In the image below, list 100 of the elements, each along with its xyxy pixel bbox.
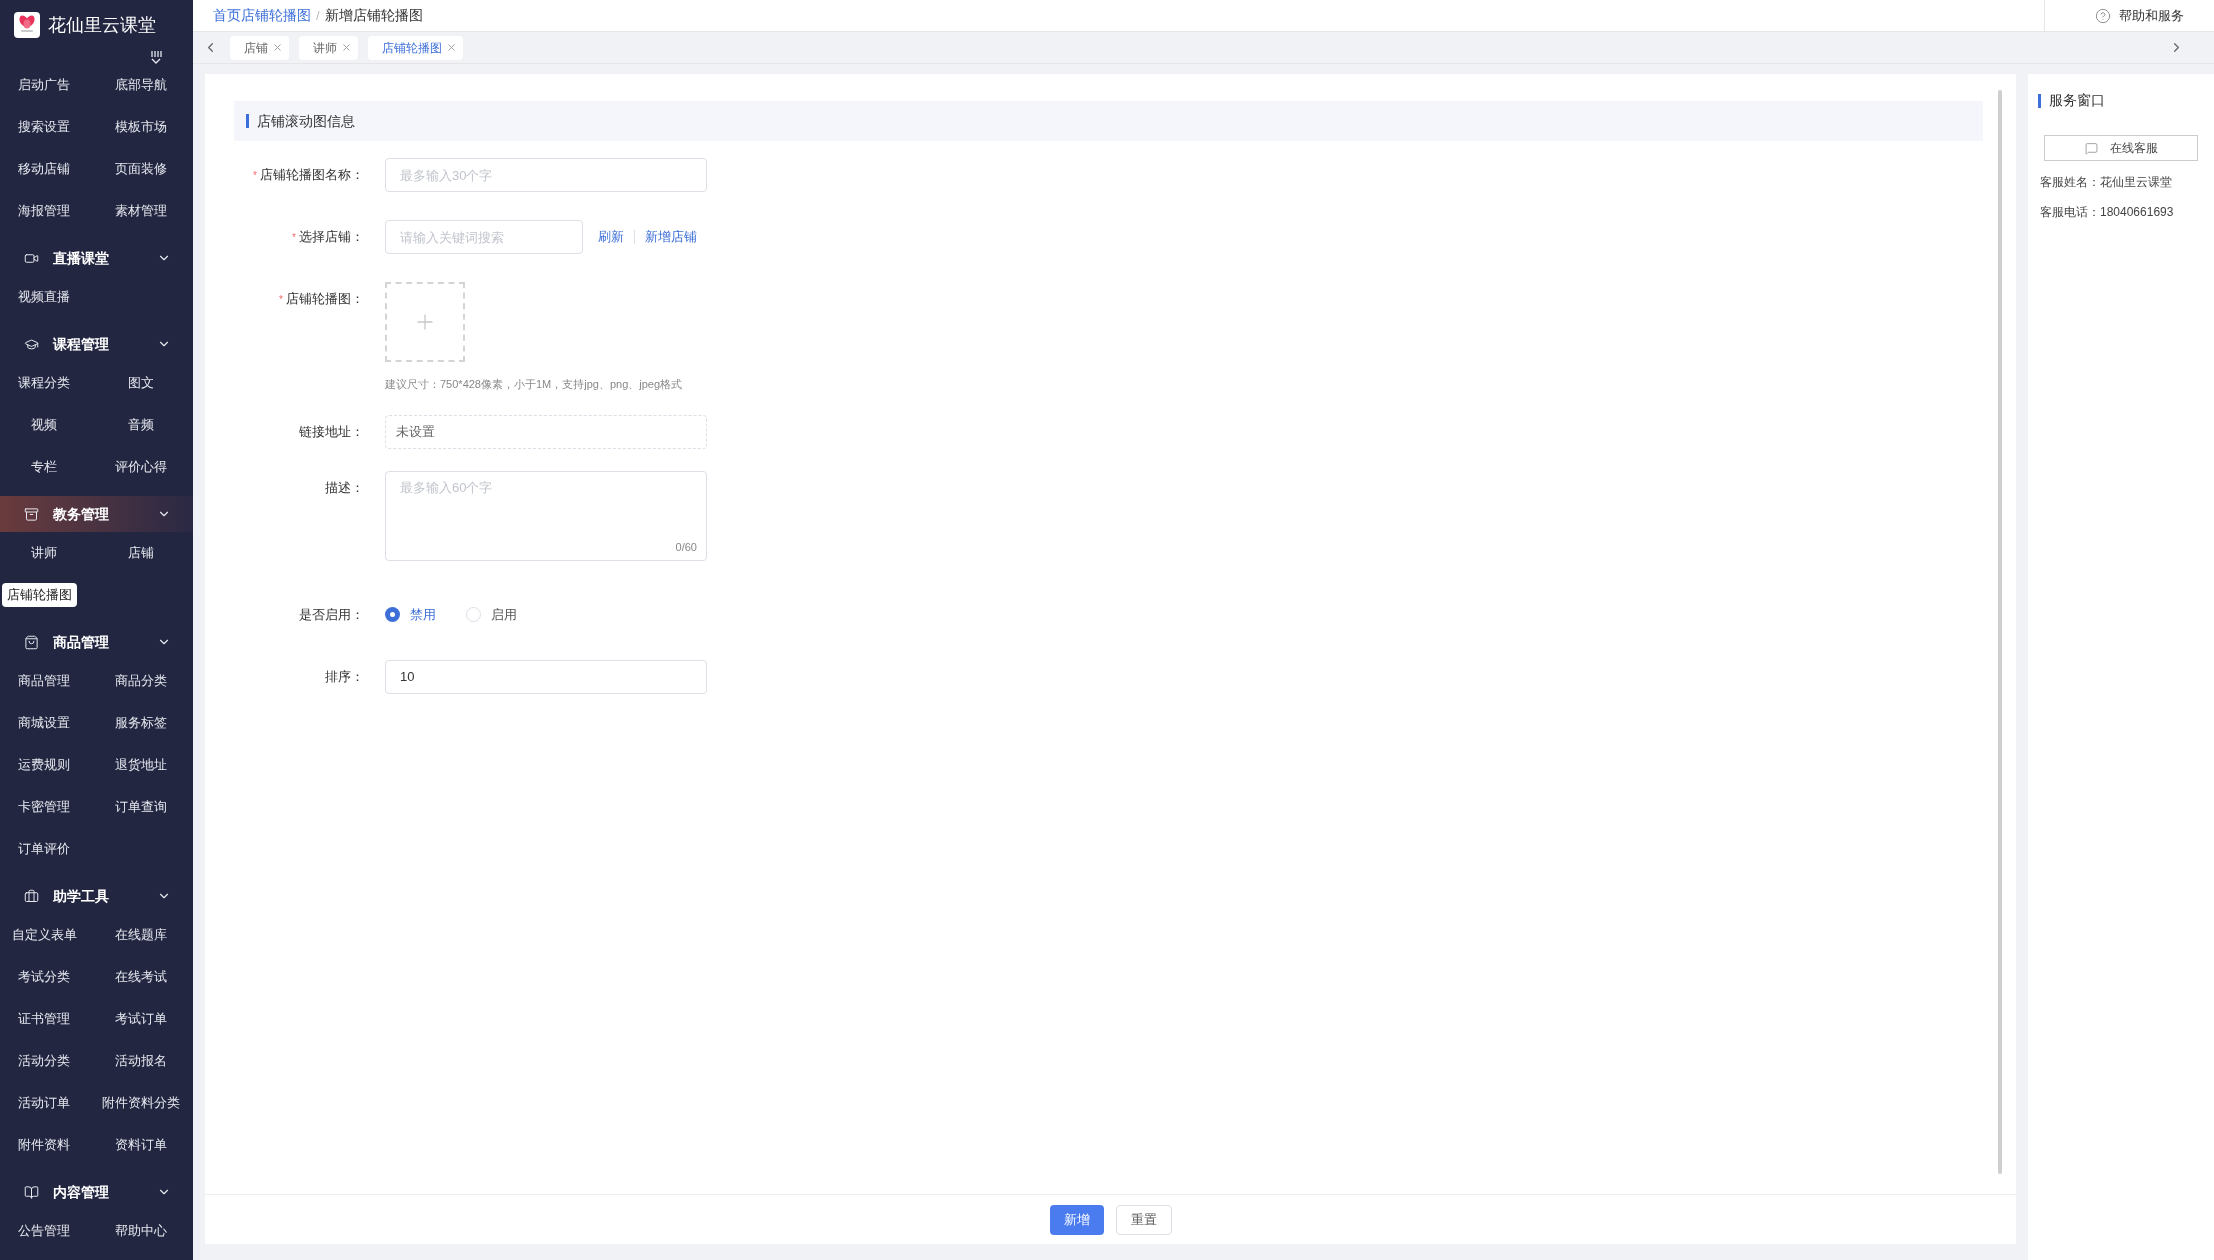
- sidebar-group-header[interactable]: 内容管理: [0, 1174, 193, 1210]
- sidebar-item[interactable]: 素材管理: [114, 201, 167, 221]
- search-field[interactable]: 请输入关键词搜索: [385, 220, 583, 254]
- chat-icon: [2084, 141, 2098, 155]
- brand-name: 花仙里云课堂: [48, 13, 156, 37]
- close-icon[interactable]: [341, 42, 352, 53]
- sidebar-item[interactable]: 帮助中心: [114, 1221, 167, 1241]
- close-icon[interactable]: [446, 42, 457, 53]
- sidebar-item[interactable]: 证书管理: [18, 1009, 70, 1029]
- sidebar-item[interactable]: 商品管理: [18, 671, 70, 691]
- sidebar-group-header[interactable]: 课程管理: [0, 326, 193, 362]
- breadcrumb-separator: /: [316, 6, 320, 25]
- radio-option[interactable]: 禁用: [385, 604, 436, 625]
- field-label: 店铺轮播图：: [286, 290, 364, 309]
- group-title: 内容管理: [53, 1182, 110, 1202]
- link-field[interactable]: 未设置: [385, 414, 707, 449]
- sidebar-item[interactable]: 资料订单: [114, 1135, 167, 1155]
- sidebar-group-header[interactable]: 教务管理: [0, 496, 193, 532]
- sidebar-item[interactable]: 附件资料分类: [101, 1093, 180, 1113]
- book-icon: [24, 1184, 39, 1200]
- sidebar-item[interactable]: 视频: [31, 415, 57, 435]
- field-label: 排序：: [325, 667, 364, 686]
- sidebar-item[interactable]: 在线题库: [114, 925, 167, 945]
- sidebar-item[interactable]: 公告管理: [18, 1221, 70, 1241]
- sidebar-item[interactable]: 订单查询: [114, 797, 167, 817]
- sidebar-group-header[interactable]: 商品管理: [0, 624, 193, 660]
- required-mark: *: [292, 230, 296, 245]
- sidebar-item[interactable]: 活动报名: [114, 1051, 167, 1071]
- text-link[interactable]: 刷新: [598, 227, 624, 247]
- upload-box[interactable]: [385, 282, 465, 362]
- sidebar-item[interactable]: 视频直播: [18, 287, 70, 307]
- sidebar-item[interactable]: 活动分类: [18, 1051, 70, 1071]
- reset-button[interactable]: 重置: [1115, 1204, 1172, 1235]
- scrollbar[interactable]: [1998, 90, 2002, 1174]
- page-tab[interactable]: 店铺: [230, 35, 289, 60]
- sidebar-item[interactable]: 活动订单: [18, 1093, 70, 1113]
- field-label: 选择店铺：: [299, 228, 364, 247]
- online-service-button[interactable]: 在线客服: [2044, 135, 2198, 161]
- panel-title: 服务窗口: [2049, 91, 2105, 110]
- text-link[interactable]: 新增店铺: [645, 227, 697, 247]
- sidebar-item[interactable]: 服务标签: [114, 713, 167, 733]
- help-icon[interactable]: [2095, 7, 2111, 24]
- graduation-cap-icon: [24, 336, 39, 352]
- text-field[interactable]: 10: [385, 659, 707, 694]
- sidebar-item[interactable]: 自定义表单: [11, 925, 77, 945]
- field-label: 是否启用：: [299, 605, 364, 624]
- sidebar-item[interactable]: 商城设置: [18, 713, 70, 733]
- field-label: 店铺轮播图名称：: [260, 166, 364, 185]
- page-tab[interactable]: 讲师: [299, 35, 358, 60]
- sidebar-item[interactable]: 在线考试: [114, 967, 167, 987]
- briefcase-icon: [24, 888, 39, 904]
- text-field[interactable]: 最多输入30个字: [385, 158, 707, 192]
- sidebar-item[interactable]: 音频: [127, 415, 154, 435]
- required-mark: *: [253, 168, 257, 183]
- field-label: 链接地址：: [299, 422, 364, 441]
- sidebar-item[interactable]: 退货地址: [114, 755, 167, 775]
- field-label: 描述：: [325, 478, 364, 497]
- sidebar-item[interactable]: 页面装修: [114, 159, 167, 179]
- sidebar-item[interactable]: 考试分类: [18, 967, 70, 987]
- sidebar-item[interactable]: 评价心得: [114, 457, 167, 477]
- upload-hint: 建议尺寸：750*428像素，小于1M，支持jpg、png、jpeg格式: [385, 377, 683, 392]
- service-info: 客服姓名：花仙里云课堂: [2040, 174, 2173, 191]
- logo-icon: [14, 12, 40, 38]
- sidebar-item[interactable]: 订单评价: [18, 839, 70, 859]
- sidebar-item[interactable]: 图文: [127, 373, 154, 393]
- sidebar-item[interactable]: 专栏: [31, 457, 57, 477]
- page-tab[interactable]: 店铺轮播图: [368, 35, 463, 60]
- sidebar-item[interactable]: 海报管理: [18, 201, 70, 221]
- submit-button[interactable]: 新增: [1049, 1204, 1104, 1235]
- collapse-icon[interactable]: [149, 50, 163, 64]
- group-title: 课程管理: [53, 334, 110, 354]
- archive-box-icon: [24, 506, 39, 522]
- breadcrumb-current: 新增店铺轮播图: [324, 6, 423, 25]
- sidebar-item[interactable]: 店铺轮播图: [1, 583, 77, 607]
- sidebar-item[interactable]: 搜索设置: [18, 117, 70, 137]
- group-title: 教务管理: [53, 504, 110, 524]
- group-title: 直播课堂: [53, 248, 110, 268]
- sidebar-group-header[interactable]: 助学工具: [0, 878, 193, 914]
- sidebar-item[interactable]: 启动广告: [18, 75, 70, 95]
- sidebar-item[interactable]: 底部导航: [114, 75, 167, 95]
- sidebar-item[interactable]: 附件资料: [18, 1135, 70, 1155]
- sidebar-item[interactable]: 商品分类: [114, 671, 167, 691]
- group-title: 助学工具: [53, 886, 110, 906]
- sidebar-item[interactable]: 店铺: [127, 543, 154, 563]
- char-counter: 0/60: [675, 540, 697, 555]
- close-icon[interactable]: [272, 42, 283, 53]
- section-title: 店铺滚动图信息: [257, 111, 355, 131]
- sidebar-item[interactable]: 讲师: [31, 543, 57, 563]
- sidebar-item[interactable]: 运费规则: [18, 755, 70, 775]
- sidebar-group-header[interactable]: 直播课堂: [0, 240, 193, 276]
- group-title: 商品管理: [53, 632, 110, 652]
- help-link[interactable]: 帮助和服务: [2119, 5, 2184, 26]
- sidebar-item[interactable]: 考试订单: [114, 1009, 167, 1029]
- sidebar-item[interactable]: 移动店铺: [18, 159, 70, 179]
- bag-icon: [24, 634, 39, 650]
- sidebar-item[interactable]: 模板市场: [114, 117, 167, 137]
- breadcrumb-link[interactable]: 首页店铺轮播图: [213, 5, 311, 26]
- sidebar-item[interactable]: 课程分类: [18, 373, 70, 393]
- sidebar-item[interactable]: 卡密管理: [18, 797, 70, 817]
- radio-option[interactable]: 启用: [466, 604, 517, 625]
